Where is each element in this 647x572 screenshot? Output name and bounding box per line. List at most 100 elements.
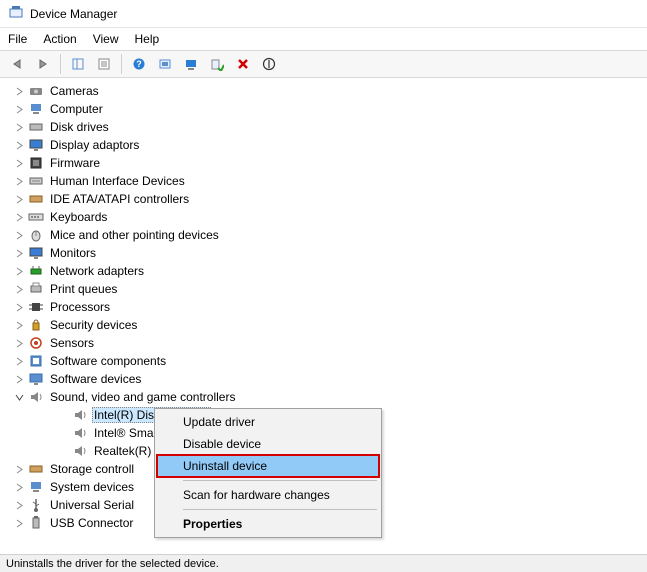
tree-category[interactable]: Firmware [0,154,647,172]
chevron-right-icon [12,156,26,170]
chevron-right-icon [12,282,26,296]
processor-icon [28,299,44,315]
software-components-icon [28,353,44,369]
ctx-properties[interactable]: Properties [157,513,379,535]
tree-category[interactable]: Cameras [0,82,647,100]
toolbar: ? [0,50,647,78]
tree-label: USB Connector [48,516,135,530]
tree-label: Sensors [48,336,96,350]
monitor-icon [28,245,44,261]
tree-label: Print queues [48,282,119,296]
tree-category-sound[interactable]: Sound, video and game controllers [0,388,647,406]
tree-label: Firmware [48,156,102,170]
tree-label: Network adapters [48,264,146,278]
titlebar: Device Manager [0,0,647,28]
tree-label: Human Interface Devices [48,174,187,188]
statusbar: Uninstalls the driver for the selected d… [0,554,647,572]
tree-label: Monitors [48,246,98,260]
computer-icon [28,101,44,117]
disk-icon [28,119,44,135]
tree-category[interactable]: Keyboards [0,208,647,226]
tree-category[interactable]: Computer [0,100,647,118]
tree-label: System devices [48,480,136,494]
chevron-right-icon [12,246,26,260]
update-driver-button[interactable] [180,53,202,75]
enable-button[interactable] [206,53,228,75]
tree-category[interactable]: Disk drives [0,118,647,136]
chevron-right-icon [12,174,26,188]
menu-view[interactable]: View [93,32,119,46]
scan-button[interactable] [154,53,176,75]
usb-icon [28,497,44,513]
software-devices-icon [28,371,44,387]
tree-category[interactable]: Sensors [0,334,647,352]
chevron-right-icon [12,462,26,476]
network-icon [28,263,44,279]
chevron-right-icon [12,336,26,350]
sound-icon [72,425,88,441]
context-separator [183,480,377,481]
firmware-icon [28,155,44,171]
tree-category[interactable]: Security devices [0,316,647,334]
tree-category[interactable]: IDE ATA/ATAPI controllers [0,190,647,208]
printer-icon [28,281,44,297]
tree-category[interactable]: Print queues [0,280,647,298]
menu-help[interactable]: Help [135,32,160,46]
camera-icon [28,83,44,99]
keyboard-icon [28,209,44,225]
properties-button[interactable] [93,53,115,75]
tree-label: Intel® Smar [92,426,160,440]
chevron-right-icon [12,120,26,134]
tree-label: Keyboards [48,210,109,224]
chevron-right-icon [12,228,26,242]
context-separator [183,509,377,510]
tree-label: IDE ATA/ATAPI controllers [48,192,191,206]
tree-label: Sound, video and game controllers [48,390,237,404]
context-menu: Update driver Disable device Uninstall d… [154,408,382,538]
tree-category[interactable]: Monitors [0,244,647,262]
chevron-right-icon [12,318,26,332]
tree-label: Mice and other pointing devices [48,228,221,242]
menu-file[interactable]: File [8,32,27,46]
show-hide-console-button[interactable] [67,53,89,75]
tree-label: Display adaptors [48,138,141,152]
ctx-scan-hardware[interactable]: Scan for hardware changes [157,484,379,506]
hid-icon [28,173,44,189]
window-title: Device Manager [30,7,117,21]
tree-category[interactable]: Network adapters [0,262,647,280]
tree-category[interactable]: Processors [0,298,647,316]
tree-label: Software components [48,354,168,368]
chevron-right-icon [12,84,26,98]
mouse-icon [28,227,44,243]
tree-label: Software devices [48,372,143,386]
status-text: Uninstalls the driver for the selected d… [6,558,219,570]
back-button[interactable] [6,53,28,75]
uninstall-button[interactable] [232,53,254,75]
disable-button[interactable] [258,53,280,75]
chevron-right-icon [12,264,26,278]
ctx-uninstall-device[interactable]: Uninstall device [157,455,379,477]
tree-label: Disk drives [48,120,111,134]
ctx-update-driver[interactable]: Update driver [157,411,379,433]
tree-category[interactable]: Display adaptors [0,136,647,154]
chevron-right-icon [12,102,26,116]
sound-icon [72,407,88,423]
tree-category[interactable]: Human Interface Devices [0,172,647,190]
menu-action[interactable]: Action [43,32,76,46]
tree-label: Computer [48,102,105,116]
ctx-disable-device[interactable]: Disable device [157,433,379,455]
tree-category[interactable]: Software devices [0,370,647,388]
menubar: File Action View Help [0,28,647,50]
ide-icon [28,191,44,207]
svg-text:?: ? [136,59,142,69]
tree-label: Cameras [48,84,101,98]
chevron-right-icon [12,480,26,494]
help-button[interactable]: ? [128,53,150,75]
chevron-right-icon [12,498,26,512]
app-icon [8,4,24,23]
tree-category[interactable]: Software components [0,352,647,370]
security-icon [28,317,44,333]
forward-button[interactable] [32,53,54,75]
tree-category[interactable]: Mice and other pointing devices [0,226,647,244]
tree-label: Security devices [48,318,139,332]
